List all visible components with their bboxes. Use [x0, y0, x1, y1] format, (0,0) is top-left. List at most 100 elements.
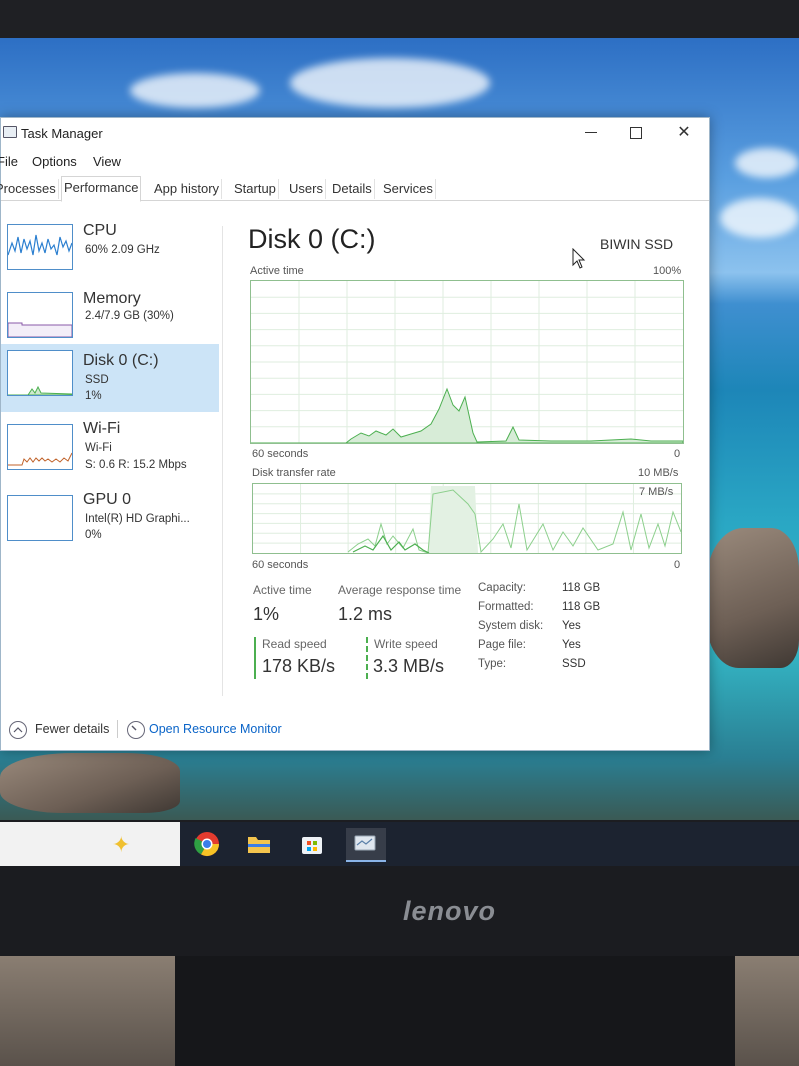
page-file-key: Page file: [478, 639, 526, 651]
transfer-graph-xright: 0 [674, 559, 681, 571]
task-manager-window[interactable]: Task Manager ✕ File Options View Process… [0, 117, 710, 751]
monitor-stand [175, 956, 735, 1066]
close-button[interactable]: ✕ [664, 120, 704, 146]
brand-logo: lenovo [403, 896, 497, 926]
menu-options[interactable]: Options [32, 154, 77, 169]
memory-thumbnail-graph [7, 292, 73, 338]
read-speed-value: 178 KB/s [262, 656, 336, 676]
close-icon: ✕ [677, 124, 691, 141]
disk-model: BIWIN SSD [600, 236, 674, 252]
transfer-graph-label: Disk transfer rate [252, 467, 336, 479]
active-time-graph [250, 280, 684, 444]
chrome-icon [194, 832, 219, 857]
system-disk-key: System disk: [478, 620, 544, 632]
sidebar-item-label: Disk 0 (C:) [83, 352, 159, 369]
read-speed-marker [254, 637, 256, 679]
wifi-thumbnail-graph [7, 424, 73, 470]
capacity-key: Capacity: [478, 582, 526, 594]
sidebar-item-detail: SSD [85, 374, 109, 386]
chevron-up-icon[interactable] [9, 721, 27, 739]
sidebar-item-disk[interactable]: Disk 0 (C:) SSD 1% [1, 344, 219, 412]
transfer-rate-graph [252, 483, 682, 554]
write-speed-value: 3.3 MB/s [373, 656, 445, 676]
task-manager-taskbar-icon [354, 835, 376, 851]
taskbar-search-box[interactable]: ✦ [0, 822, 180, 866]
task-manager-icon [3, 126, 17, 138]
tab-details[interactable]: Details [330, 179, 375, 199]
avg-response-label: Average response time [338, 583, 462, 597]
title-bar[interactable]: Task Manager ✕ [1, 118, 709, 148]
maximize-icon [630, 126, 642, 139]
active-time-value: 1% [253, 604, 280, 624]
disk-title: Disk 0 (C:) [248, 224, 376, 254]
sidebar-item-label: GPU 0 [83, 491, 132, 508]
tab-bar: Processes Performance App history Startu… [0, 176, 709, 202]
type-key: Type: [478, 658, 507, 670]
sidebar-divider [222, 226, 223, 696]
type-value: SSD [562, 658, 586, 670]
tab-services[interactable]: Services [381, 179, 436, 199]
menu-view[interactable]: View [93, 154, 121, 169]
maximize-button[interactable] [616, 120, 656, 146]
transfer-graph-xleft: 60 seconds [252, 559, 309, 571]
footer-bar: Fewer details Open Resource Monitor [1, 718, 709, 742]
task-manager-app-button[interactable] [346, 828, 386, 862]
system-disk-value: Yes [562, 620, 581, 632]
sidebar-item-usage: 1% [85, 390, 102, 402]
sidebar-item-detail: Intel(R) HD Graphi... [85, 513, 190, 525]
folder-icon [248, 837, 270, 853]
active-time-graph-label: Active time [250, 265, 304, 277]
sidebar-item-usage: 0% [85, 529, 102, 541]
disk-thumbnail-graph [7, 350, 73, 396]
minimize-button[interactable] [571, 120, 611, 146]
fewer-details-link[interactable]: Fewer details [35, 722, 109, 736]
tab-startup[interactable]: Startup [232, 179, 279, 199]
tab-users[interactable]: Users [287, 179, 326, 199]
capacity-value: 118 GB [562, 582, 601, 594]
monitor-bezel-bottom [0, 866, 799, 956]
page-file-value: Yes [562, 639, 581, 651]
window-title: Task Manager [21, 126, 103, 141]
formatted-key: Formatted: [478, 601, 534, 613]
active-time-graph-max: 100% [653, 265, 682, 277]
performance-sidebar: CPU 60% 2.09 GHz Memory 2.4/7.9 GB (30%)… [1, 218, 221, 698]
store-icon [302, 837, 322, 854]
write-speed-marker [366, 637, 368, 679]
minimize-icon [585, 132, 597, 134]
file-explorer-app-button[interactable] [242, 828, 276, 860]
cpu-thumbnail-graph [7, 224, 73, 270]
avg-response-value: 1.2 ms [338, 604, 393, 624]
transfer-burst-area [428, 486, 478, 553]
transfer-graph-ref: 7 MB/s [639, 486, 674, 498]
sparkle-icon: ✦ [112, 832, 131, 857]
sidebar-item-gpu[interactable]: GPU 0 Intel(R) HD Graphi... 0% [1, 491, 219, 559]
active-time-graph-xleft: 60 seconds [252, 448, 309, 460]
active-time-label: Active time [253, 583, 312, 597]
monitor-bezel-top [0, 0, 799, 38]
tab-app-history[interactable]: App history [152, 179, 223, 199]
active-time-trace [251, 387, 683, 443]
read-speed-label: Read speed [262, 637, 327, 651]
transfer-graph-max: 10 MB/s [638, 467, 679, 479]
active-time-graph-xright: 0 [674, 448, 681, 460]
sidebar-item-cpu[interactable]: CPU 60% 2.09 GHz [1, 218, 219, 286]
sidebar-item-detail: 2.4/7.9 GB (30%) [85, 310, 174, 322]
open-resource-monitor-link[interactable]: Open Resource Monitor [149, 722, 282, 736]
sidebar-item-detail: Wi-Fi [85, 442, 112, 454]
gpu-thumbnail-graph [7, 495, 73, 541]
taskbar: ✦ [0, 822, 799, 866]
resource-monitor-icon[interactable] [127, 721, 145, 739]
sidebar-item-throughput: S: 0.6 R: 15.2 Mbps [85, 459, 187, 471]
menu-file[interactable]: File [0, 154, 18, 169]
tab-processes[interactable]: Processes [0, 179, 59, 199]
sidebar-item-label: Wi-Fi [83, 420, 121, 437]
store-app-button[interactable] [295, 828, 329, 860]
sidebar-item-wifi[interactable]: Wi-Fi Wi-Fi S: 0.6 R: 15.2 Mbps [1, 418, 219, 486]
sidebar-item-label: CPU [83, 222, 117, 239]
chrome-app-button[interactable] [190, 828, 224, 860]
footer-divider [117, 720, 118, 738]
mouse-cursor-icon [572, 248, 586, 269]
tab-performance[interactable]: Performance [61, 176, 142, 202]
write-speed-label: Write speed [374, 637, 438, 651]
formatted-value: 118 GB [562, 601, 601, 613]
